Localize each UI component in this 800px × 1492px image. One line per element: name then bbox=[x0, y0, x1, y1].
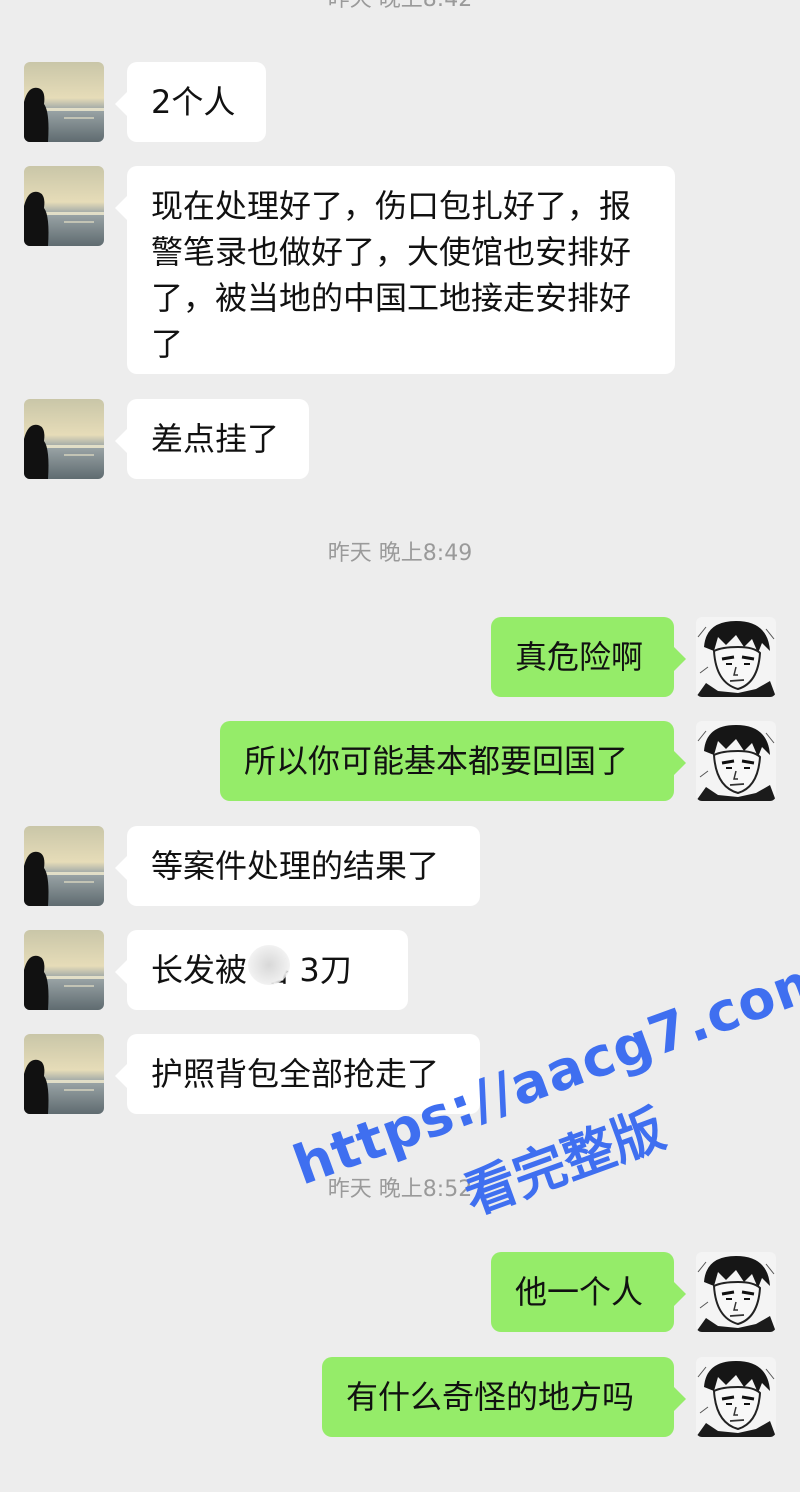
message-bubble-incoming[interactable]: 护照背包全部抢走了 bbox=[115, 1034, 480, 1114]
contact-avatar[interactable] bbox=[24, 166, 104, 246]
sunset-silhouette-icon bbox=[24, 1034, 104, 1114]
sunset-silhouette-icon bbox=[24, 930, 104, 1010]
manga-portrait-icon bbox=[696, 721, 776, 801]
manga-portrait-icon bbox=[696, 1252, 776, 1332]
self-avatar[interactable] bbox=[696, 617, 776, 697]
timestamp: 昨天 晚上8:42 bbox=[0, 0, 800, 14]
contact-avatar[interactable] bbox=[24, 1034, 104, 1114]
sunset-silhouette-icon bbox=[24, 62, 104, 142]
manga-portrait-icon bbox=[696, 1357, 776, 1437]
self-avatar[interactable] bbox=[696, 1252, 776, 1332]
message-bubble-incoming[interactable]: 2个人 bbox=[115, 62, 266, 142]
sunset-silhouette-icon bbox=[24, 166, 104, 246]
timestamp: 昨天 晚上8:52 bbox=[327, 1177, 473, 1202]
message-bubble-outgoing[interactable]: 有什么奇怪的地方吗 bbox=[322, 1357, 686, 1437]
message-bubble-incoming[interactable]: 现在处理好了，伤口包扎好了，报警笔录也做好了，大使馆也安排好了，被当地的中国工地… bbox=[115, 166, 675, 374]
message-bubble-incoming[interactable]: 差点挂了 bbox=[115, 399, 309, 479]
blur-smudge bbox=[248, 945, 290, 985]
contact-avatar[interactable] bbox=[24, 826, 104, 906]
contact-avatar[interactable] bbox=[24, 399, 104, 479]
message-bubble-outgoing[interactable]: 他一个人 bbox=[491, 1252, 686, 1332]
timestamp: 昨天 晚上8:49 bbox=[327, 541, 473, 566]
self-avatar[interactable] bbox=[696, 721, 776, 801]
sunset-silhouette-icon bbox=[24, 399, 104, 479]
message-bubble-outgoing[interactable]: 真危险啊 bbox=[491, 617, 686, 697]
contact-avatar[interactable] bbox=[24, 62, 104, 142]
watermark-caption: 看完整版 bbox=[456, 1099, 673, 1227]
contact-avatar[interactable] bbox=[24, 930, 104, 1010]
message-bubble-incoming[interactable]: 等案件处理的结果了 bbox=[115, 826, 480, 906]
self-avatar[interactable] bbox=[696, 1357, 776, 1437]
message-bubble-outgoing[interactable]: 所以你可能基本都要回国了 bbox=[220, 721, 686, 801]
manga-portrait-icon bbox=[696, 617, 776, 697]
sunset-silhouette-icon bbox=[24, 826, 104, 906]
